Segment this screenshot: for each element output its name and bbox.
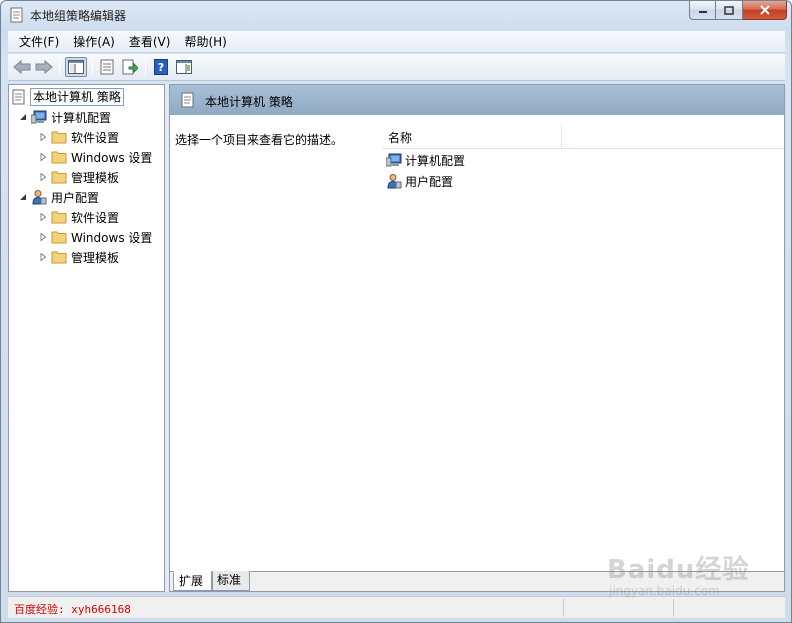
minimize-icon — [698, 11, 707, 13]
tree-item-label: 管理模板 — [71, 250, 120, 265]
menu-help[interactable]: 帮助(H) — [177, 31, 233, 53]
tab-standard[interactable]: 标准 — [212, 571, 251, 591]
close-icon — [759, 5, 770, 15]
export-icon — [122, 59, 138, 75]
toolbar-separator — [145, 58, 146, 76]
tree-item-admin-templates[interactable]: 管理模板 — [38, 167, 119, 187]
console-tree[interactable]: 本地计算机 策略 计算机配置 软件设置 Windows 设置 管理模板 用户配置 — [8, 84, 165, 592]
description-text: 选择一个项目来查看它的描述。 — [175, 133, 344, 147]
user-icon — [387, 174, 402, 189]
user-icon — [32, 190, 47, 205]
toolbar-separator — [92, 58, 93, 76]
minimize-button[interactable] — [689, 1, 716, 20]
menu-bar: 文件(F) 操作(A) 查看(V) 帮助(H) — [8, 31, 785, 53]
maximize-button[interactable] — [716, 1, 743, 20]
tree-item-user-config[interactable]: 用户配置 — [18, 187, 99, 207]
console-tree-icon — [68, 60, 84, 74]
collapsed-arrow-icon[interactable] — [38, 172, 48, 182]
list-item-user-config[interactable]: 用户配置 — [386, 171, 453, 191]
tree-item-label: Windows 设置 — [71, 230, 153, 245]
tree-item-label: 软件设置 — [71, 210, 120, 225]
items-list[interactable]: 名称 计算机配置 用户配置 — [382, 115, 784, 571]
arrow-right-icon — [35, 60, 53, 74]
list-item-computer-config[interactable]: 计算机配置 — [386, 150, 465, 170]
close-button[interactable] — [743, 1, 787, 20]
help-icon: ? — [154, 59, 168, 75]
details-pane: 本地计算机 策略 选择一个项目来查看它的描述。 名称 计算机配置 用户配置 扩展… — [169, 84, 785, 592]
title-bar[interactable]: 本地组策略编辑器 — [1, 1, 791, 29]
watermark-main: Baidu经验 — [607, 555, 750, 585]
tree-item-label: 管理模板 — [71, 170, 120, 185]
folder-icon — [51, 251, 67, 264]
collapsed-arrow-icon[interactable] — [38, 132, 48, 142]
arrow-left-icon — [13, 60, 31, 74]
maximize-icon — [724, 5, 734, 15]
help-button[interactable]: ? — [150, 57, 172, 77]
list-header: 名称 — [382, 125, 784, 149]
expanded-arrow-icon[interactable] — [18, 192, 28, 202]
show-hide-action-pane-button[interactable] — [173, 57, 195, 77]
tree-item-windows-settings[interactable]: Windows 设置 — [38, 227, 152, 247]
list-item-label: 用户配置 — [405, 174, 454, 189]
svg-text:?: ? — [158, 61, 164, 74]
menu-file[interactable]: 文件(F) — [12, 31, 66, 53]
folder-icon — [51, 131, 67, 144]
toolbar-separator — [59, 58, 60, 76]
tree-item-label: 计算机配置 — [51, 110, 112, 125]
collapsed-arrow-icon[interactable] — [38, 232, 48, 242]
window-title: 本地组策略编辑器 — [30, 9, 127, 23]
app-window: 本地组策略编辑器 文件(F) 操作(A) 查看(V) 帮助(H) ? 本地计算机… — [0, 0, 792, 623]
menu-view[interactable]: 查看(V) — [122, 31, 178, 53]
collapsed-arrow-icon[interactable] — [38, 252, 48, 262]
properties-icon — [100, 59, 114, 75]
tree-item-software-settings[interactable]: 软件设置 — [38, 207, 119, 227]
status-text: 百度经验: xyh666168 — [14, 603, 131, 616]
collapsed-arrow-icon[interactable] — [38, 212, 48, 222]
menu-action[interactable]: 操作(A) — [66, 31, 122, 53]
column-header-name[interactable]: 名称 — [388, 129, 412, 146]
status-bar: 百度经验: xyh666168 — [8, 596, 785, 618]
tree-root[interactable]: 本地计算机 策略 — [12, 87, 124, 107]
policy-document-icon — [12, 89, 25, 105]
collapsed-arrow-icon[interactable] — [38, 152, 48, 162]
status-separator — [673, 599, 674, 617]
forward-button[interactable] — [33, 57, 55, 77]
watermark: Baidu经验 jingyan.baidu.com — [607, 549, 749, 598]
tree-item-label: Windows 设置 — [71, 150, 153, 165]
status-separator — [563, 599, 564, 617]
folder-icon — [51, 151, 67, 164]
export-list-button[interactable] — [119, 57, 141, 77]
back-button[interactable] — [11, 57, 33, 77]
folder-icon — [51, 171, 67, 184]
tree-item-computer-config[interactable]: 计算机配置 — [18, 107, 111, 127]
computer-icon — [31, 110, 47, 124]
action-pane-icon — [176, 60, 192, 74]
watermark-sub: jingyan.baidu.com — [609, 584, 720, 598]
tree-item-software-settings[interactable]: 软件设置 — [38, 127, 119, 147]
tab-extended[interactable]: 扩展 — [173, 571, 213, 591]
tree-item-admin-templates[interactable]: 管理模板 — [38, 247, 119, 267]
tree-item-label: 用户配置 — [51, 190, 100, 205]
caption-buttons — [689, 1, 787, 21]
expanded-arrow-icon[interactable] — [18, 112, 28, 122]
properties-button[interactable] — [96, 57, 118, 77]
show-hide-tree-button[interactable] — [65, 57, 87, 77]
column-separator[interactable] — [561, 125, 562, 149]
policy-document-icon — [181, 92, 194, 108]
toolbar: ? — [8, 54, 785, 81]
policy-document-icon — [10, 7, 23, 23]
tree-item-label: 软件设置 — [71, 130, 120, 145]
list-item-label: 计算机配置 — [405, 153, 466, 168]
tree-item-windows-settings[interactable]: Windows 设置 — [38, 147, 152, 167]
details-header: 本地计算机 策略 — [170, 85, 784, 115]
folder-icon — [51, 211, 67, 224]
details-header-title: 本地计算机 策略 — [205, 95, 293, 109]
folder-icon — [51, 231, 67, 244]
tree-root-label: 本地计算机 策略 — [30, 88, 124, 106]
computer-icon — [386, 153, 402, 167]
